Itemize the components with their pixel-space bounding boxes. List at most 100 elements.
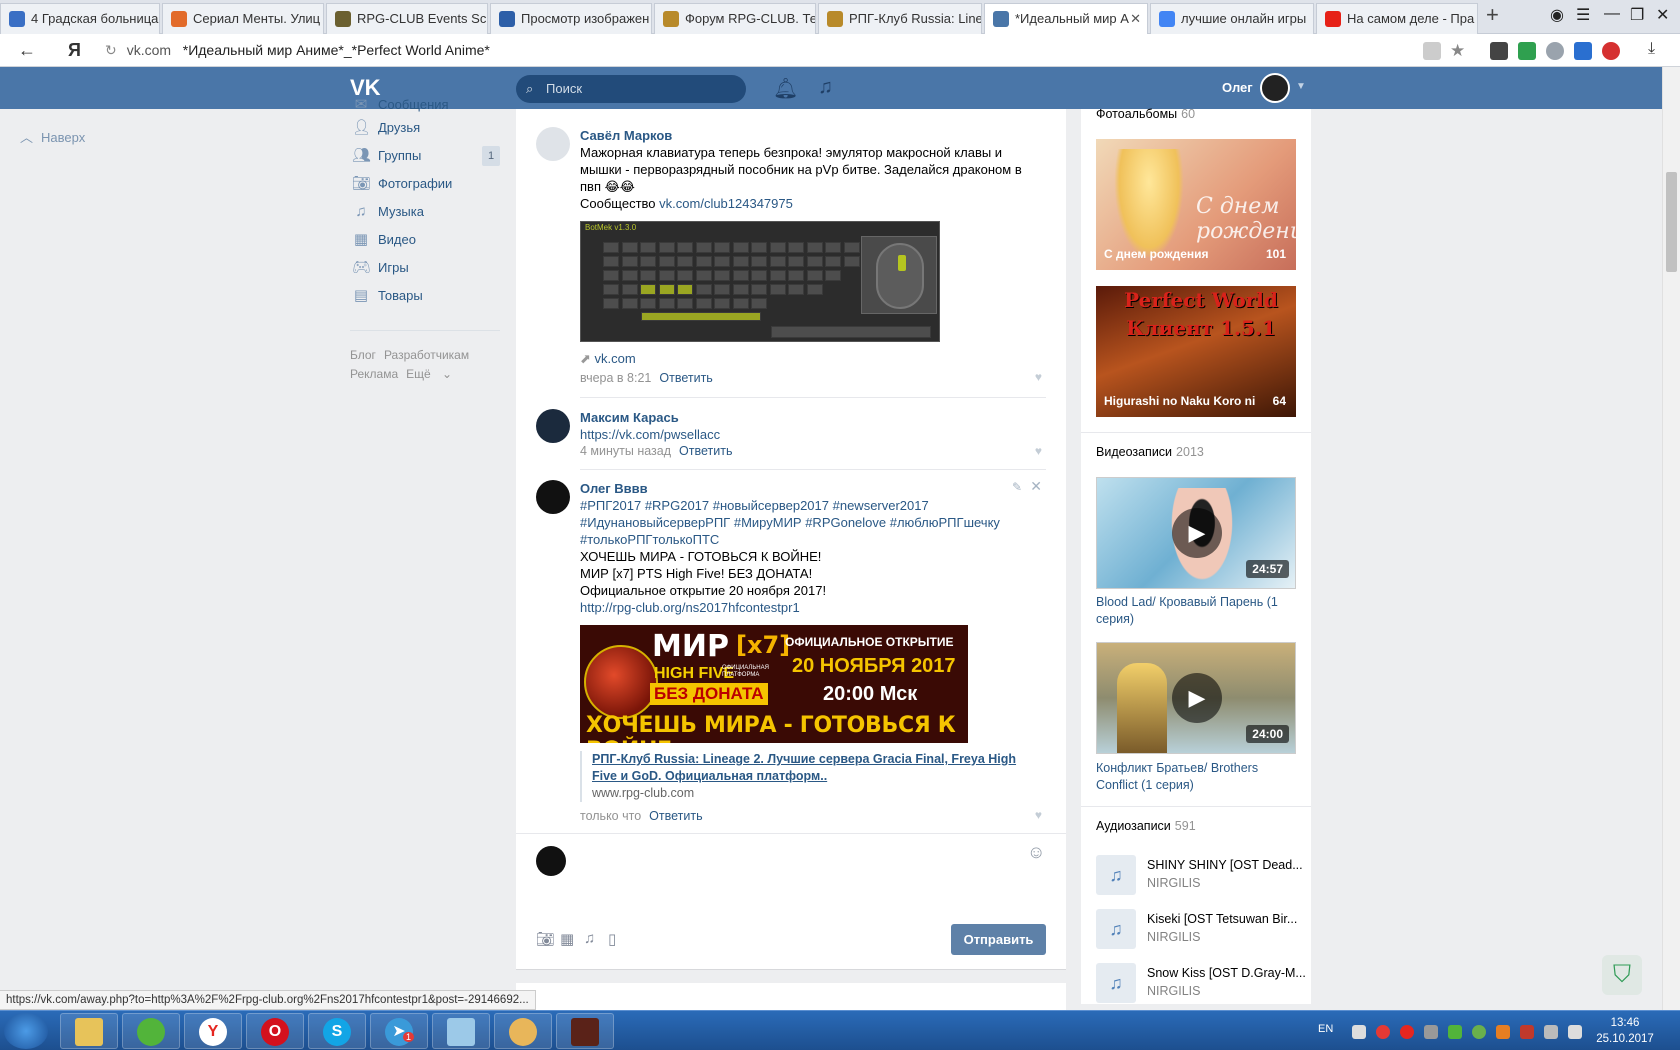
video-title[interactable]: Конфликт Братьев/ Brothers Conflict (1 с…: [1096, 760, 1301, 794]
yandex-logo-icon[interactable]: Я: [68, 40, 81, 61]
page-scrollbar[interactable]: [1662, 67, 1680, 1010]
minimize-button[interactable]: —: [1604, 5, 1620, 23]
comment-hashtags[interactable]: #РПГ2017 #RPG2017 #новыйсервер2017 #news…: [580, 497, 1046, 548]
avatar[interactable]: [536, 480, 570, 514]
video-thumbnail[interactable]: ▶ 24:57: [1096, 477, 1296, 589]
download-icon[interactable]: ⤓: [1648, 40, 1655, 58]
adblock-icon[interactable]: [1602, 42, 1620, 60]
browser-tab[interactable]: RPG-CLUB Events Scre: [326, 3, 488, 34]
browser-tab[interactable]: лучшие онлайн игры: [1150, 3, 1314, 34]
attachment-link[interactable]: vk.com: [595, 351, 636, 366]
music-note-icon[interactable]: ♫: [1096, 909, 1136, 949]
menu-icon[interactable]: ☰: [1576, 5, 1590, 25]
tray-icon[interactable]: [1400, 1025, 1414, 1039]
nav-item-groups[interactable]: 👥︎ Группы 1: [350, 142, 500, 170]
audio-track[interactable]: ♫ Kiseki [OST Tetsuwan Bir... NIRGILIS: [1096, 909, 1311, 949]
bell-icon[interactable]: 🔔︎: [773, 76, 798, 101]
tray-icon[interactable]: [1424, 1025, 1438, 1039]
taskbar-clock[interactable]: 13:46 25.10.2017: [1590, 1015, 1660, 1047]
avatar[interactable]: [1260, 73, 1290, 103]
scroll-to-top-link[interactable]: ︿ Наверх: [20, 127, 85, 146]
document-icon[interactable]: ▯: [608, 930, 616, 948]
scrollbar-thumb[interactable]: [1666, 172, 1677, 272]
emoji-icon[interactable]: ☺: [1027, 842, 1045, 863]
delete-icon[interactable]: ✕: [1030, 478, 1042, 495]
yandex-taskbar-button[interactable]: Y: [184, 1013, 242, 1049]
video-thumbnail[interactable]: ▶ 24:00: [1096, 642, 1296, 754]
comment-time[interactable]: вчера в 8:21: [580, 371, 651, 385]
footer-link-more[interactable]: Ещё ⌄: [406, 367, 452, 381]
link-snippet[interactable]: РПГ-Клуб Russia: Lineage 2. Лучшие серве…: [580, 751, 1030, 802]
lock-icon[interactable]: [1423, 42, 1441, 60]
nav-item-messages[interactable]: ✉ Сообщения: [350, 96, 500, 114]
new-tab-button[interactable]: +: [1486, 2, 1499, 28]
music-note-icon[interactable]: ♫: [1096, 963, 1136, 1003]
music-note-icon[interactable]: ♫: [818, 76, 833, 99]
track-artist[interactable]: NIRGILIS: [1147, 930, 1201, 944]
paint-taskbar-button[interactable]: [494, 1013, 552, 1049]
volume-icon[interactable]: [1568, 1025, 1582, 1039]
shield-extension-icon[interactable]: [1518, 42, 1536, 60]
reply-link[interactable]: Ответить: [679, 444, 732, 458]
comment-time[interactable]: только что: [580, 809, 641, 823]
extension-icon[interactable]: [1490, 42, 1508, 60]
promo-banner[interactable]: МИР [x7] HIGH FIVE ОФИЦИАЛЬНАЯ ПЛАТФОРМА…: [580, 625, 968, 743]
nav-item-video[interactable]: ▦ Видео: [350, 226, 500, 254]
profile-icon[interactable]: ◉: [1550, 5, 1564, 25]
browser-tab[interactable]: На самом деле - Пра: [1316, 3, 1478, 34]
reply-link[interactable]: Ответить: [659, 371, 712, 385]
star-icon[interactable]: ★: [1450, 42, 1468, 60]
videos-header[interactable]: Видеозаписи 2013: [1096, 445, 1204, 459]
tray-icon[interactable]: [1376, 1025, 1390, 1039]
audio-track[interactable]: ♫ Snow Kiss [OST D.Gray-M... NIRGILIS: [1096, 963, 1311, 1003]
url-field[interactable]: ↻ vk.com *Идеальный мир Аниме*_*Perfect W…: [105, 38, 1485, 63]
close-window-button[interactable]: ✕: [1656, 5, 1669, 25]
game-taskbar-button[interactable]: [556, 1013, 614, 1049]
chevron-down-icon[interactable]: ▼: [1296, 81, 1306, 92]
comment-link[interactable]: https://vk.com/pwsellacc: [580, 426, 1046, 443]
telegram-taskbar-button[interactable]: ➤ 1: [370, 1013, 428, 1049]
browser-tab[interactable]: РПГ-Клуб Russia: Line: [818, 3, 982, 34]
tray-icon[interactable]: [1544, 1025, 1558, 1039]
skype-taskbar-button[interactable]: S: [308, 1013, 366, 1049]
browser-tab[interactable]: Сериал Менты. Улиц: [162, 3, 324, 34]
comment-author[interactable]: Савёл Марков: [580, 127, 1046, 144]
snippet-title[interactable]: РПГ-Клуб Russia: Lineage 2. Лучшие серве…: [592, 751, 1030, 785]
avatar[interactable]: [536, 409, 570, 443]
footer-link-ads[interactable]: Реклама: [350, 367, 398, 381]
nav-item-friends[interactable]: 👤︎ Друзья: [350, 114, 500, 142]
comment-link[interactable]: http://rpg-club.org/ns2017hfcontestpr1: [580, 599, 1046, 616]
albums-header[interactable]: Фотоальбомы 60: [1096, 107, 1195, 121]
tray-icon[interactable]: [1496, 1025, 1510, 1039]
search-input[interactable]: ⌕ Поиск: [516, 75, 746, 103]
notepad-taskbar-button[interactable]: [432, 1013, 490, 1049]
tray-icon[interactable]: [1472, 1025, 1486, 1039]
browser-tab[interactable]: Просмотр изображен: [490, 3, 652, 34]
heart-icon[interactable]: ♥: [1035, 370, 1042, 384]
reply-link[interactable]: Ответить: [649, 809, 702, 823]
play-icon[interactable]: ▶: [1172, 508, 1222, 558]
reply-textarea[interactable]: [576, 842, 1006, 902]
community-link[interactable]: vk.com/club124347975: [659, 196, 793, 211]
tray-icon[interactable]: [1448, 1025, 1462, 1039]
start-button[interactable]: [4, 1013, 48, 1049]
tray-icon[interactable]: [1520, 1025, 1534, 1039]
video-title[interactable]: Blood Lad/ Кровавый Парень (1 серия): [1096, 594, 1301, 628]
track-artist[interactable]: NIRGILIS: [1147, 984, 1201, 998]
music-note-icon[interactable]: ♫: [1096, 855, 1136, 895]
audio-track[interactable]: ♫ SHINY SHINY [OST Dead... NIRGILIS: [1096, 855, 1311, 895]
language-indicator[interactable]: EN: [1318, 1023, 1333, 1035]
edit-icon[interactable]: ✎: [1012, 480, 1022, 494]
opera-taskbar-button[interactable]: O: [246, 1013, 304, 1049]
comment-author[interactable]: Максим Карась: [580, 409, 1046, 426]
track-artist[interactable]: NIRGILIS: [1147, 876, 1201, 890]
reload-icon[interactable]: ↻: [105, 42, 117, 58]
audio-header[interactable]: Аудиозаписи 591: [1096, 819, 1196, 833]
nav-item-games[interactable]: 🎮︎ Игры: [350, 254, 500, 282]
back-arrow-icon[interactable]: ←: [18, 40, 36, 61]
avatar[interactable]: [536, 127, 570, 161]
nav-item-music[interactable]: ♫ Музыка: [350, 198, 500, 226]
camera-icon[interactable]: 📷︎: [536, 930, 555, 948]
globe-icon[interactable]: [1546, 42, 1564, 60]
icq-taskbar-button[interactable]: [122, 1013, 180, 1049]
